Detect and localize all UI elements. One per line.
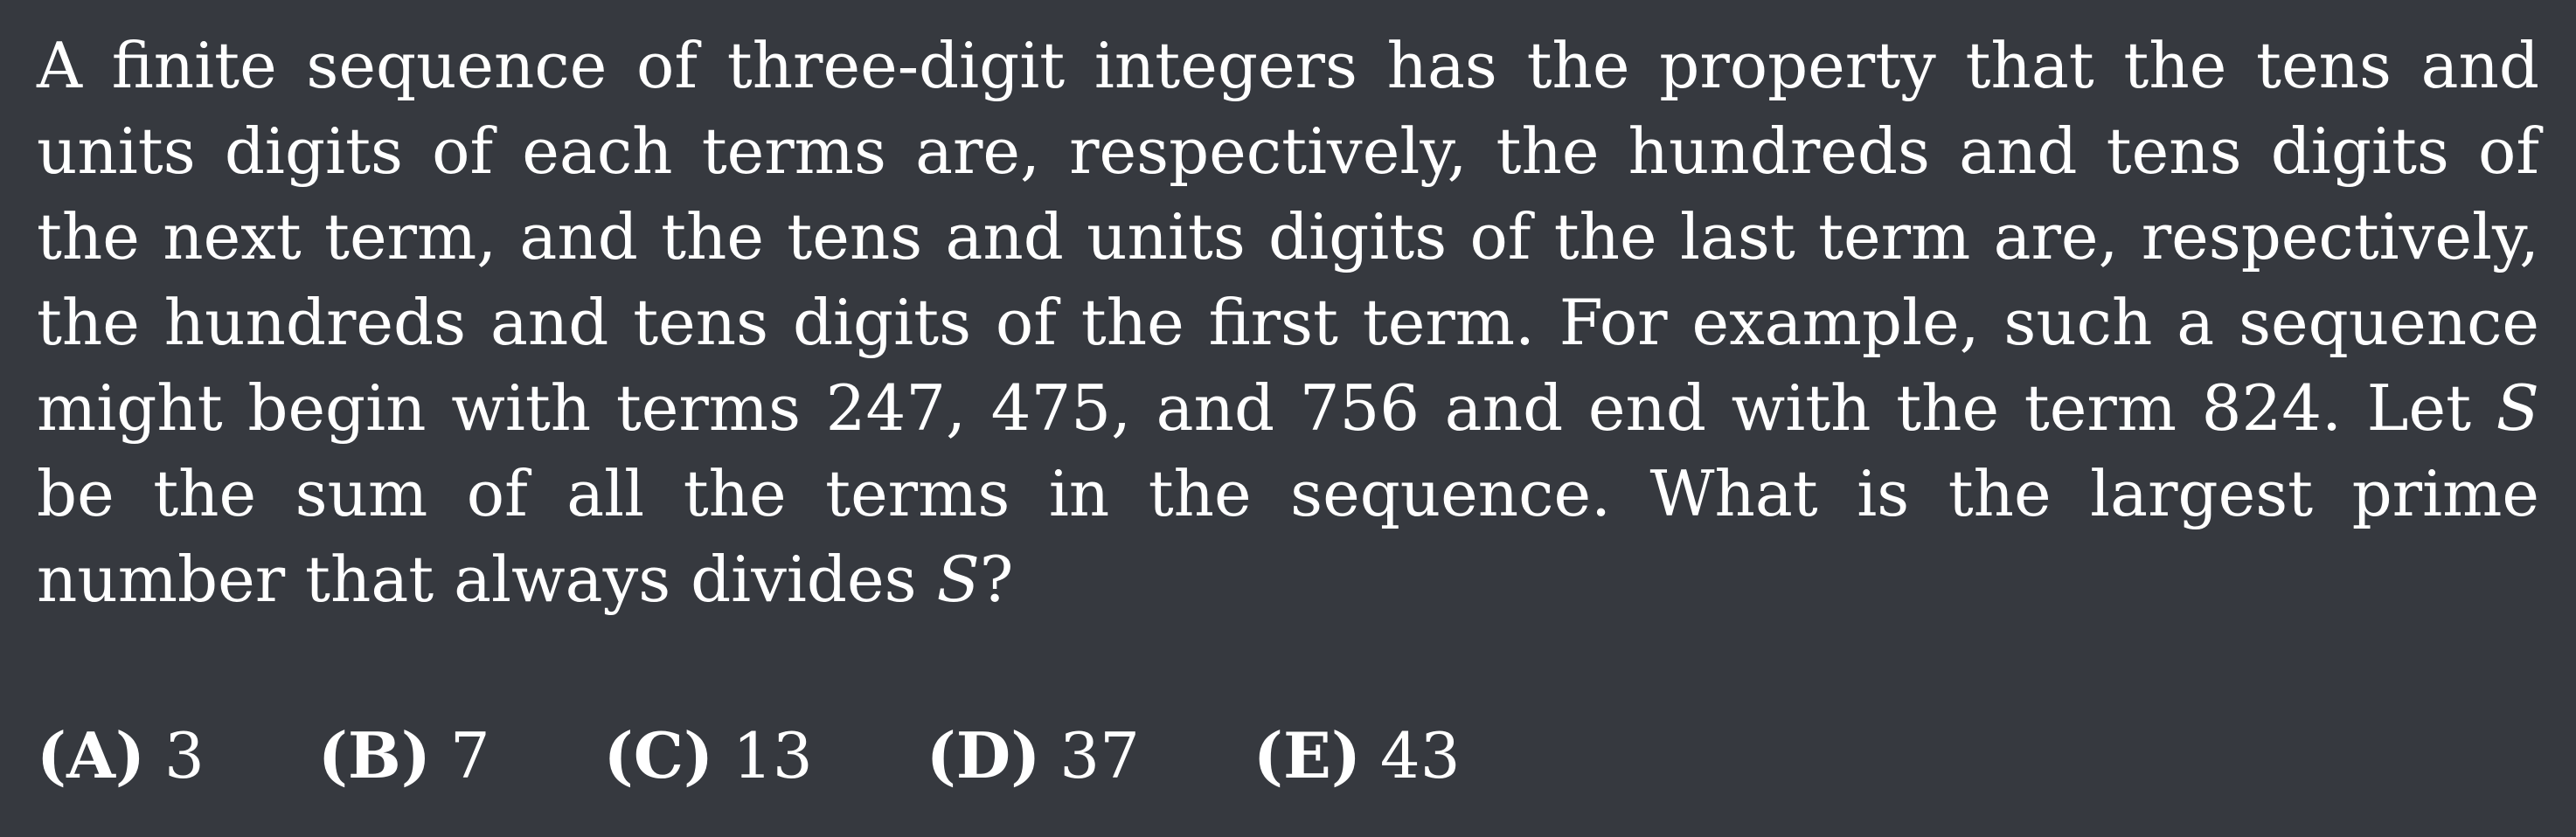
choice-value: 13 bbox=[733, 719, 813, 792]
choice-e[interactable]: (E) 43 bbox=[1253, 713, 1461, 799]
choice-d[interactable]: (D) 37 bbox=[927, 713, 1140, 799]
problem-text-2: be the sum of all the terms in the seque… bbox=[37, 457, 2539, 616]
choice-a[interactable]: (A) 3 bbox=[37, 713, 205, 799]
choice-value: 7 bbox=[449, 719, 490, 792]
choice-letter: (D) bbox=[926, 718, 1041, 792]
choice-letter: (E) bbox=[1253, 718, 1361, 792]
choice-b[interactable]: (B) 7 bbox=[318, 713, 490, 799]
choice-letter: (B) bbox=[317, 718, 431, 792]
choice-value: 37 bbox=[1059, 719, 1140, 792]
problem-statement: A finite sequence of three-digit integer… bbox=[37, 23, 2539, 622]
problem-text-1: A finite sequence of three-digit integer… bbox=[37, 29, 2539, 445]
answer-choices: (A) 3 (B) 7 (C) 13 (D) 37 (E) 43 bbox=[37, 713, 1574, 799]
problem-page: A finite sequence of three-digit integer… bbox=[0, 0, 2576, 837]
choice-value: 3 bbox=[164, 719, 205, 792]
variable-s: S bbox=[2496, 371, 2539, 445]
problem-text-3: ? bbox=[979, 543, 1014, 616]
variable-s: S bbox=[936, 543, 980, 616]
choice-value: 43 bbox=[1379, 719, 1461, 792]
choice-letter: (A) bbox=[37, 718, 145, 792]
choice-letter: (C) bbox=[603, 718, 714, 792]
choice-c[interactable]: (C) 13 bbox=[604, 713, 813, 799]
